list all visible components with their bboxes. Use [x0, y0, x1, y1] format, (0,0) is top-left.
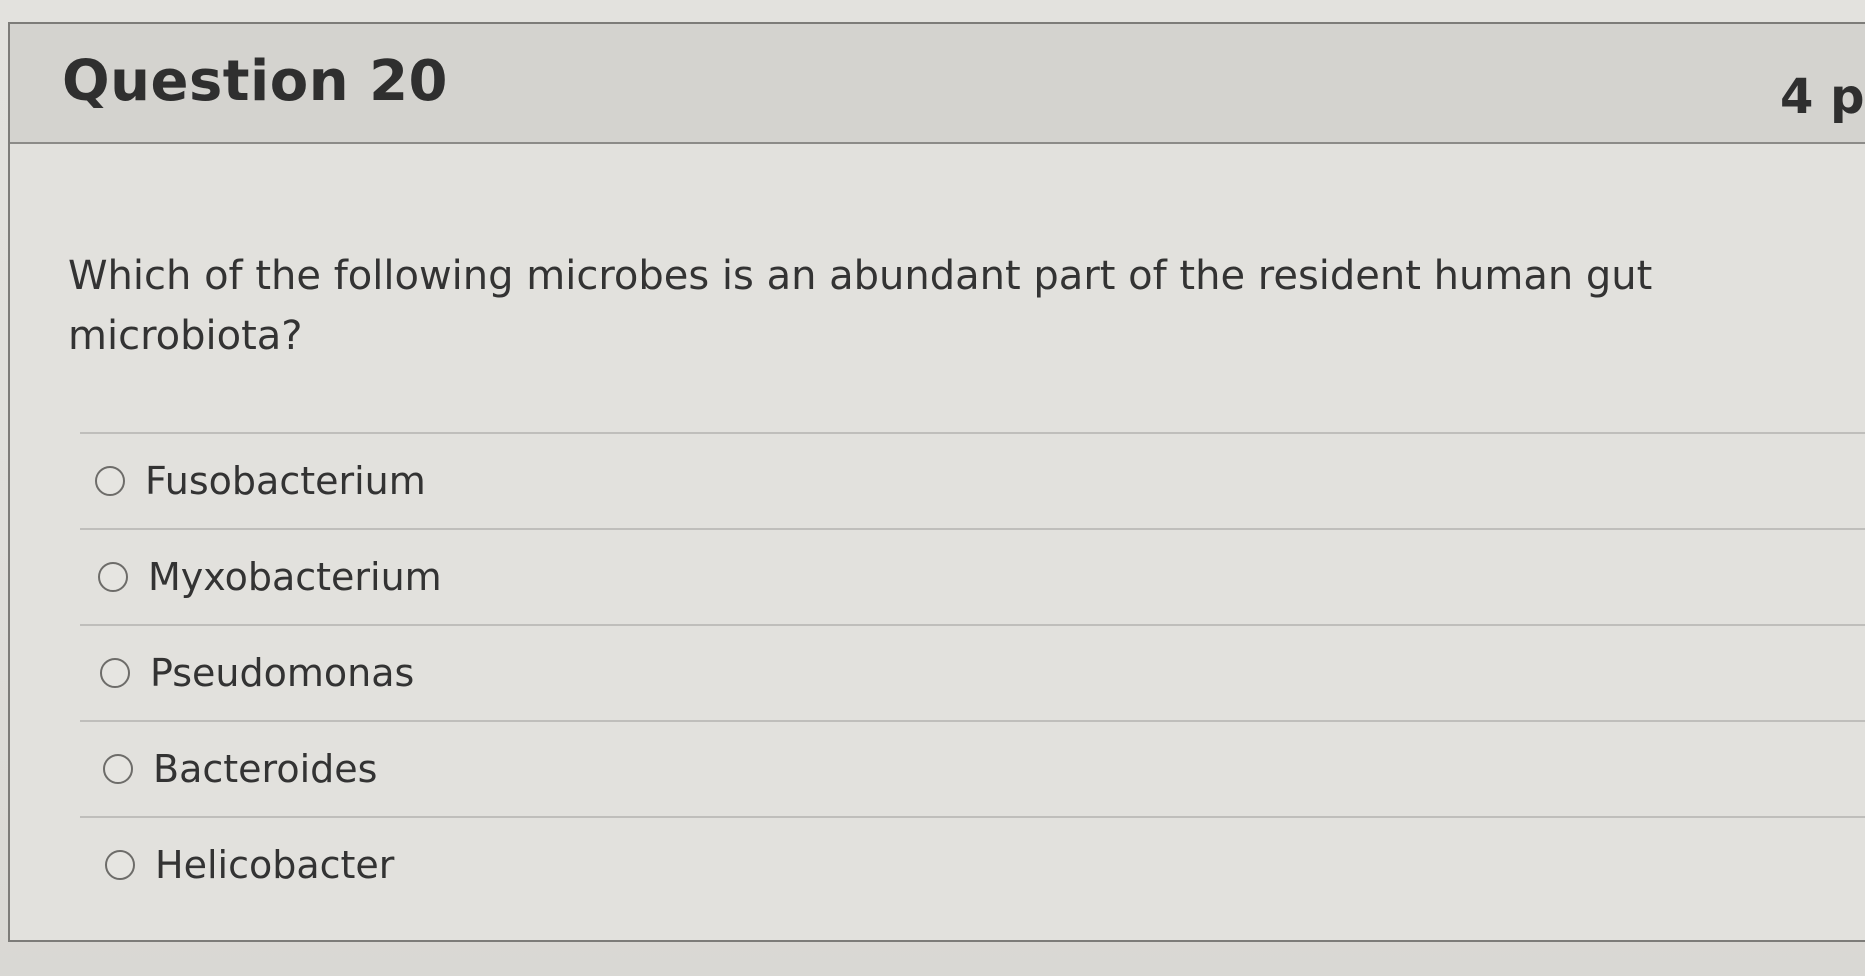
answer-label: Pseudomonas	[150, 651, 415, 695]
answer-option-pseudomonas[interactable]: Pseudomonas	[85, 626, 1865, 720]
question-title: Question 20	[62, 49, 449, 114]
answer-list: Fusobacterium Myxobacterium Pseudomonas …	[80, 432, 1865, 912]
radio-button[interactable]	[105, 850, 135, 880]
screen: Question 20 4 pt Which of the following …	[0, 0, 1865, 976]
radio-button[interactable]	[100, 658, 130, 688]
answer-label: Helicobacter	[155, 843, 395, 887]
answer-option-bacteroides[interactable]: Bacteroides	[88, 722, 1865, 816]
answer-option-myxobacterium[interactable]: Myxobacterium	[83, 530, 1865, 624]
question-text: Which of the following microbes is an ab…	[68, 253, 1653, 359]
radio-button[interactable]	[98, 562, 128, 592]
question-card: Question 20 4 pt Which of the following …	[8, 22, 1865, 942]
radio-button[interactable]	[103, 754, 133, 784]
question-points: 4 pt	[1780, 69, 1865, 125]
answer-option-fusobacterium[interactable]: Fusobacterium	[80, 434, 1865, 528]
radio-button[interactable]	[95, 466, 125, 496]
answer-label: Bacteroides	[153, 747, 378, 791]
answer-label: Myxobacterium	[148, 555, 442, 599]
answer-label: Fusobacterium	[145, 459, 426, 503]
answer-option-helicobacter[interactable]: Helicobacter	[90, 818, 1865, 912]
question-header: Question 20 4 pt	[10, 24, 1865, 144]
